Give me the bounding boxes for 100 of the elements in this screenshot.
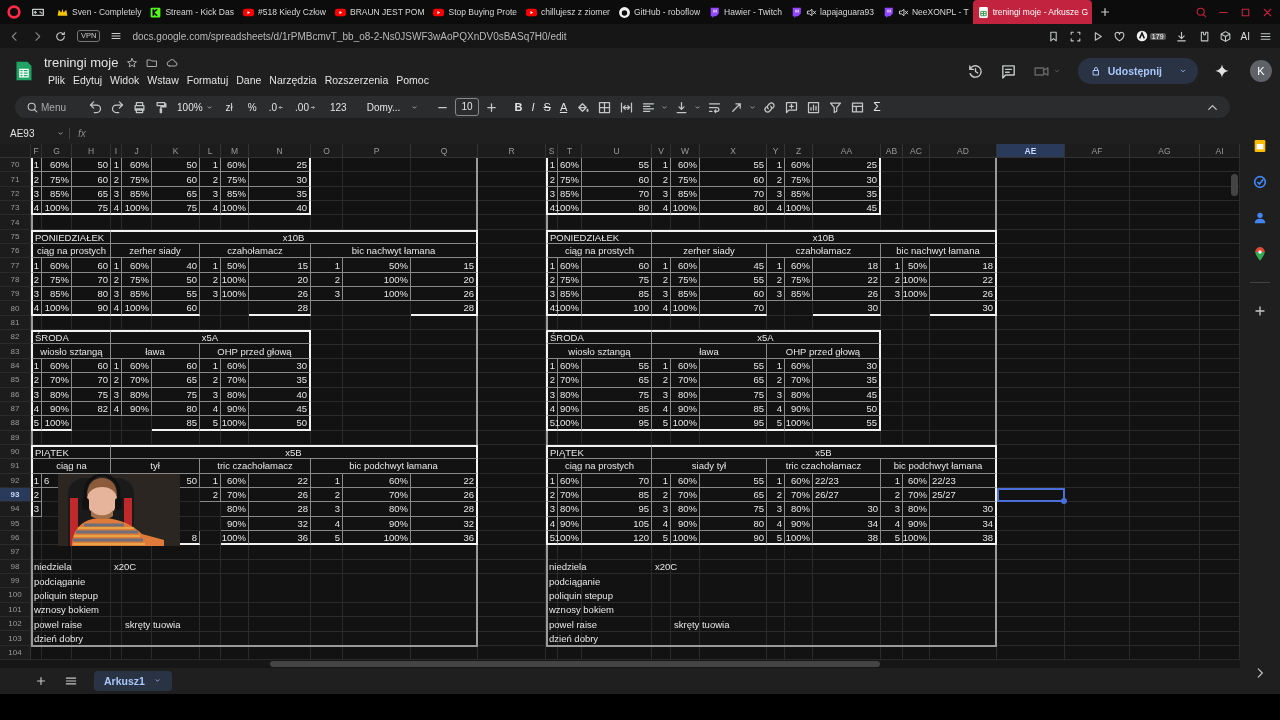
reload-icon[interactable] (54, 29, 67, 43)
column-header[interactable]: P (343, 144, 411, 158)
column-header[interactable]: AF (1065, 144, 1130, 158)
chart-icon[interactable] (806, 99, 822, 115)
heart-icon[interactable] (1112, 29, 1126, 43)
column-header[interactable]: Y (767, 144, 785, 158)
tasks-icon[interactable] (1252, 174, 1268, 190)
screenshot-icon[interactable] (1068, 29, 1082, 43)
row-header[interactable]: 94 (0, 502, 31, 517)
column-header[interactable]: N (249, 144, 311, 158)
browser-tab[interactable]: GitHub - roboflow (613, 0, 705, 24)
row-header[interactable]: 76 (0, 244, 31, 259)
browser-tab[interactable]: Stop Buying Prote (428, 0, 521, 24)
cell-reference-field[interactable]: AE93 (10, 127, 35, 139)
muted-speaker-icon[interactable] (806, 6, 818, 18)
column-header[interactable]: W (671, 144, 700, 158)
add-comment-icon[interactable] (784, 99, 800, 115)
browser-tab[interactable]: Sven - Completely (52, 0, 146, 24)
column-header[interactable]: AI (1200, 144, 1240, 158)
column-header[interactable]: AA (813, 144, 881, 158)
zoom-dropdown[interactable]: 100% (174, 97, 217, 117)
browser-tab[interactable]: Stream - Kick Das (145, 0, 238, 24)
column-header[interactable]: AG (1130, 144, 1200, 158)
cell-selection[interactable] (997, 487, 1065, 503)
browser-tab[interactable]: BRAUN JEST POM (330, 0, 429, 24)
column-header[interactable]: T (558, 144, 582, 158)
download-icon[interactable] (1174, 29, 1188, 43)
row-header[interactable]: 91 (0, 459, 31, 474)
redo-icon[interactable] (110, 99, 125, 115)
site-settings-icon[interactable] (110, 30, 123, 42)
font-dropdown[interactable]: Domy... (363, 97, 423, 117)
link-icon[interactable] (762, 99, 778, 115)
history-icon[interactable] (966, 62, 984, 80)
format-button[interactable]: zł (222, 97, 236, 117)
browser-tab[interactable]: treningi moje - Arkusze G (972, 0, 1093, 24)
decrease-decimals-button[interactable]: .0 (265, 97, 290, 117)
browser-tab[interactable]: chillujesz z ziomer (521, 0, 614, 24)
functions-button[interactable]: Σ (870, 97, 884, 117)
extension-icon[interactable] (1134, 29, 1149, 43)
map-pin-icon[interactable] (1252, 246, 1268, 262)
menu-search[interactable]: Menu (23, 97, 69, 117)
column-header[interactable]: I (111, 144, 122, 158)
filter-icon[interactable] (828, 99, 844, 115)
text-color-button[interactable]: A (556, 97, 571, 117)
cloud-icon[interactable] (166, 56, 179, 69)
comment-icon[interactable] (999, 62, 1017, 80)
strikethrough-button[interactable]: S (540, 97, 554, 117)
row-header[interactable]: 77 (0, 258, 31, 273)
row-header[interactable]: 88 (0, 416, 31, 431)
browser-tab[interactable]: NeeXONPL - T (877, 0, 973, 24)
browser-tab[interactable]: lapajaguara93 (786, 0, 878, 24)
column-header[interactable]: U (582, 144, 652, 158)
column-header[interactable]: S (546, 144, 558, 158)
column-header[interactable]: H (72, 144, 111, 158)
column-header[interactable]: X (700, 144, 767, 158)
browser-tab[interactable]: #518 Kiedy Człow (237, 0, 330, 24)
menu-item[interactable]: Edytuj (68, 73, 107, 87)
column-header[interactable]: AB (881, 144, 903, 158)
row-header[interactable]: 82 (0, 330, 31, 345)
menu-item[interactable]: Pomoc (392, 73, 433, 87)
column-header[interactable]: V (652, 144, 671, 158)
row-header[interactable]: 80 (0, 301, 31, 316)
column-header[interactable]: R (478, 144, 546, 158)
url-field[interactable]: docs.google.com/spreadsheets/d/1rPMBcmvT_bb_o8-2-Ns0JSWF3wAoPQXnDV0sBASq7H0/edit (132, 30, 567, 42)
undo-icon[interactable] (88, 99, 103, 115)
browser-tab[interactable]: Hawier - Twitch (704, 0, 787, 24)
row-header[interactable]: 103 (0, 631, 31, 646)
row-header[interactable]: 73 (0, 201, 31, 216)
format-button[interactable]: % (244, 97, 260, 117)
column-header[interactable]: O (311, 144, 343, 158)
menu-item[interactable]: Rozszerzenia (320, 73, 393, 87)
column-header[interactable]: Q (411, 144, 478, 158)
borders-icon[interactable] (597, 99, 613, 115)
star-icon[interactable] (126, 56, 139, 69)
sheet-tab[interactable]: Arkusz1 (94, 670, 172, 691)
menu-item[interactable]: Wstaw (143, 73, 183, 87)
increase-decimals-button[interactable]: .00 (292, 97, 321, 117)
format-button[interactable]: 123 (327, 97, 350, 117)
column-header[interactable]: F (31, 144, 42, 158)
column-header[interactable]: L (200, 144, 221, 158)
scrollbar-thumb[interactable] (270, 661, 880, 667)
print-icon[interactable] (132, 99, 147, 115)
row-header[interactable]: 71 (0, 172, 31, 187)
align-bottom-icon[interactable] (674, 99, 690, 115)
paint-roller-icon[interactable] (154, 99, 169, 115)
column-header[interactable]: AC (903, 144, 930, 158)
column-header[interactable]: J (122, 144, 152, 158)
font-size-field[interactable]: 10 (455, 98, 479, 116)
row-header[interactable]: 85 (0, 373, 31, 388)
row-header[interactable]: 83 (0, 344, 31, 359)
sparkle-icon[interactable] (1214, 63, 1230, 79)
menu-item[interactable]: Plik (44, 73, 69, 87)
row-header[interactable]: 74 (0, 215, 31, 230)
scrollbar-thumb[interactable] (1231, 174, 1238, 196)
column-header[interactable]: G (42, 144, 72, 158)
column-header[interactable]: AE (997, 144, 1065, 158)
menu-item[interactable]: Dane (232, 73, 266, 87)
muted-speaker-icon[interactable] (897, 6, 909, 18)
italic-button[interactable]: I (528, 97, 538, 117)
row-header[interactable]: 70 (0, 158, 31, 173)
